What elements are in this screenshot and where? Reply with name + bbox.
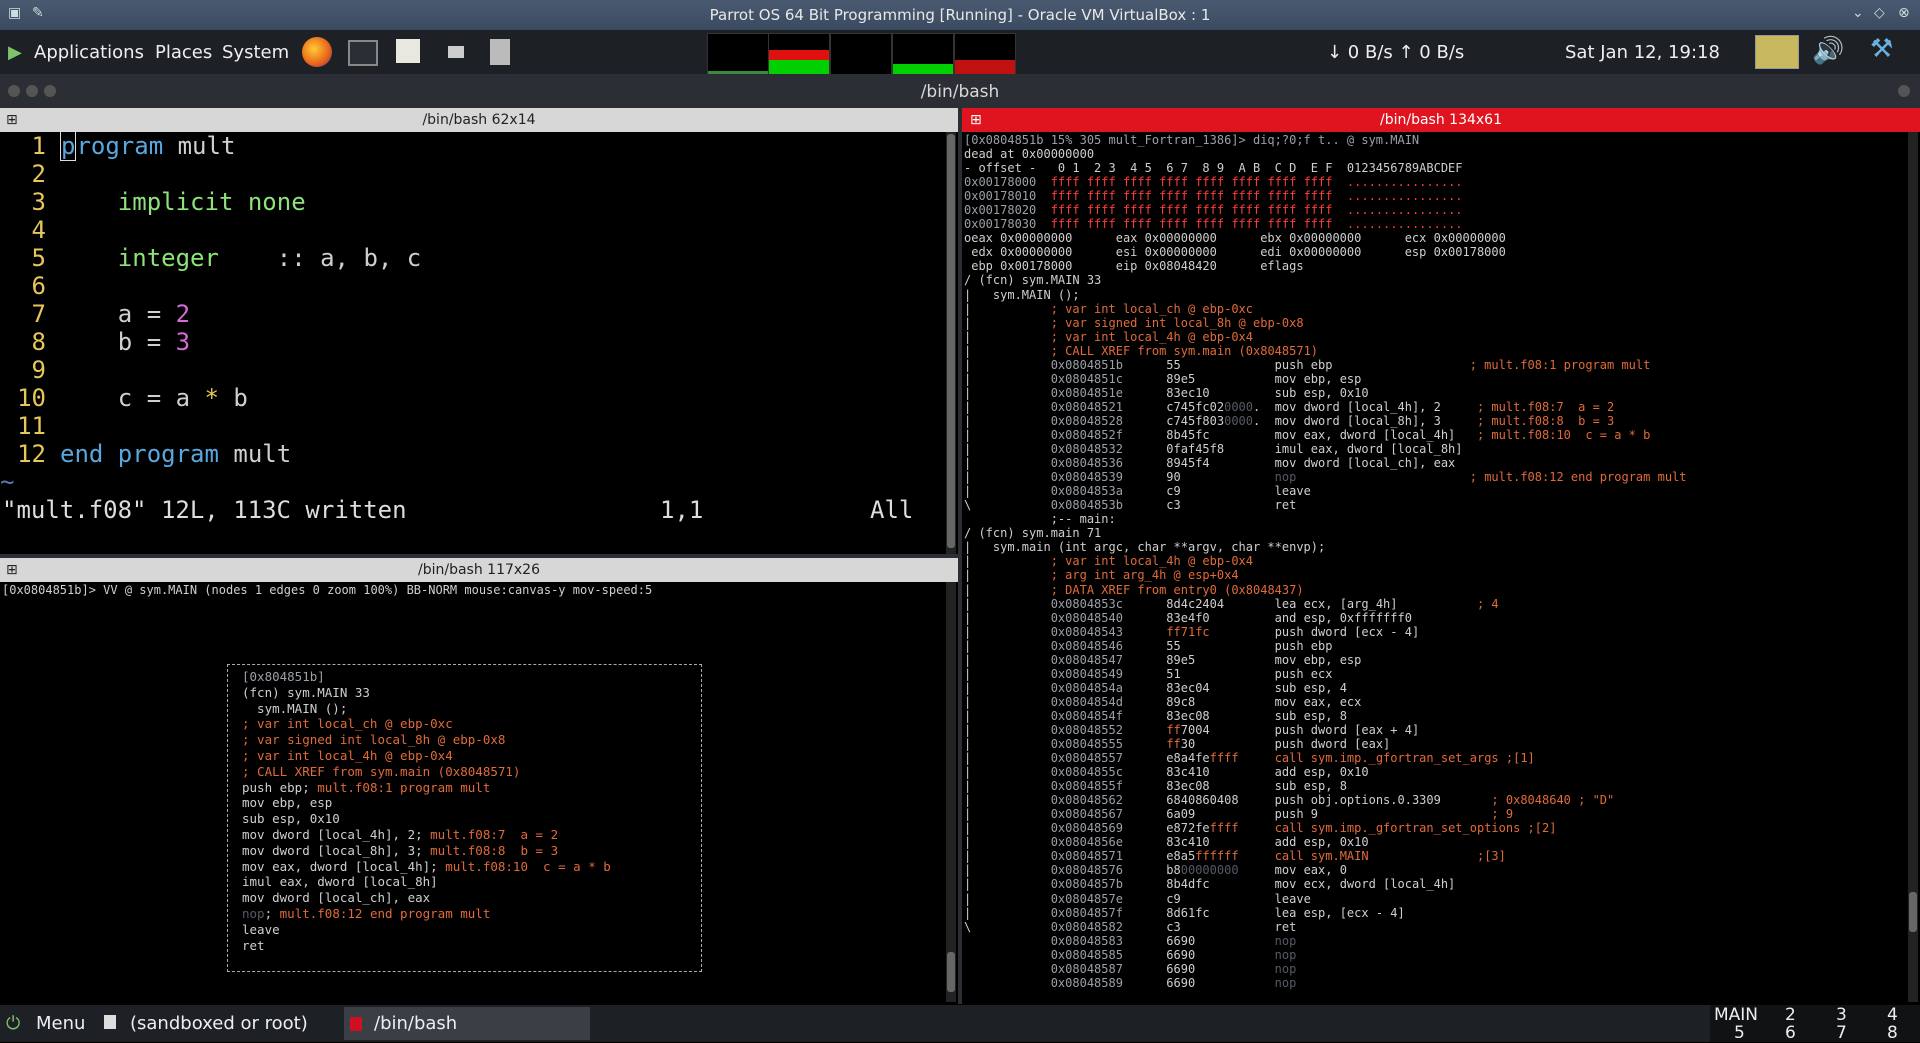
code-line: integer :: a, b, c — [117, 244, 422, 272]
archive-icon[interactable] — [490, 39, 510, 65]
terminal-icon — [350, 1017, 362, 1031]
pane-divider[interactable] — [0, 554, 958, 558]
restore-icon[interactable] — [1898, 85, 1910, 97]
minimize-icon[interactable]: ⌄ — [1852, 5, 1864, 21]
code-line: program mult — [60, 131, 236, 161]
workspace-main[interactable]: MAIN — [1714, 1005, 1758, 1025]
terminal-titlebar: /bin/bash — [0, 74, 1920, 108]
r2-scrollbar[interactable] — [1908, 132, 1918, 1002]
taskbar-item-label: /bin/bash — [374, 1013, 458, 1034]
pane-title-graph: /bin/bash 117x26 — [418, 562, 540, 578]
window-title: Parrot OS 64 Bit Programming [Running] -… — [709, 6, 1211, 24]
close-icon[interactable]: ⊗ — [1898, 5, 1910, 21]
vim-status-message: "mult.f08" 12L, 113C written — [2, 496, 407, 524]
vim-cursor-position: 1,1 — [660, 496, 704, 524]
pane-grid-icon[interactable]: ⊞ — [6, 558, 18, 582]
screenshot-icon[interactable] — [448, 46, 464, 58]
graph-node[interactable]: [0x804851b] (fcn) sym.MAIN 33 sym.MAIN (… — [227, 664, 702, 972]
clock[interactable]: Sat Jan 12, 19:18 — [1565, 42, 1720, 63]
line-number: 3 — [31, 188, 46, 216]
pane-header-graph: ⊞ /bin/bash 117x26 — [0, 558, 958, 582]
workspace-6[interactable]: 6 — [1785, 1023, 1796, 1043]
vim-scrollbar[interactable] — [946, 132, 956, 554]
swap-graph — [892, 33, 954, 75]
code-line: implicit none — [117, 188, 306, 216]
taskbar-item-sandboxed[interactable]: (sandboxed or root) — [130, 1013, 308, 1034]
code-line: a = 2 — [60, 300, 191, 328]
disassembly-view[interactable]: [0x0804851b 15% 305 mult_Fortran_1386]> … — [964, 133, 1904, 1001]
menu-places[interactable]: Places — [155, 42, 212, 63]
network-speed: ↓ 0 B/s ↑ 0 B/s — [1327, 42, 1465, 63]
pane-header-r2: ⊞ /bin/bash 134x61 — [962, 108, 1920, 132]
line-number: 7 — [31, 300, 46, 328]
line-number: 1 — [31, 132, 46, 160]
virtualbox-titlebar: ▣ ✎ Parrot OS 64 Bit Programming [Runnin… — [0, 0, 1920, 30]
line-number: 10 — [17, 384, 46, 412]
parrot-menu-icon[interactable]: ▶ — [8, 42, 22, 63]
workspace-5[interactable]: 5 — [1734, 1023, 1745, 1043]
firefox-icon[interactable] — [302, 37, 332, 67]
visual-mode-status: [0x0804851b]> VV @ sym.MAIN (nodes 1 edg… — [2, 583, 653, 597]
line-number: 5 — [31, 244, 46, 272]
line-number: 6 — [31, 272, 46, 300]
menu-button[interactable]: Menu — [36, 1013, 85, 1034]
workspace-3[interactable]: 3 — [1836, 1005, 1847, 1025]
top-panel: ▶ Applications Places System ↓ 0 B/s ↑ 0… — [0, 30, 1920, 75]
line-number: 9 — [31, 356, 46, 384]
menu-applications[interactable]: Applications — [34, 42, 144, 63]
taskbar-item-bash[interactable]: /bin/bash — [344, 1007, 590, 1040]
terminal-title: /bin/bash — [920, 82, 1000, 102]
parrot-menu-icon[interactable]: ⏻ — [6, 1013, 20, 1034]
volume-icon[interactable]: 🔊 — [1812, 36, 1844, 66]
workspace-8[interactable]: 8 — [1887, 1023, 1898, 1043]
line-number: 2 — [31, 160, 46, 188]
memory-graph — [768, 33, 830, 75]
r2-dead-line: dead at 0x00000000 — [964, 147, 1095, 162]
line-number: 4 — [31, 216, 46, 244]
workspace-7[interactable]: 7 — [1836, 1023, 1847, 1043]
cpu-graph — [707, 33, 769, 75]
terminal-icon[interactable] — [348, 40, 378, 66]
line-number: 8 — [31, 328, 46, 356]
code-line: c = a * b — [60, 384, 248, 412]
pane-divider[interactable] — [958, 108, 962, 1004]
menu-system[interactable]: System — [222, 42, 289, 63]
empty-line-marker: ~ — [0, 468, 15, 496]
line-number: 12 — [17, 440, 46, 468]
display-icon[interactable] — [1755, 35, 1799, 69]
bottom-panel: ⏻ Menu (sandboxed or root) /bin/bash MAI… — [0, 1005, 1920, 1043]
text-editor-icon[interactable] — [396, 39, 420, 63]
pane-title-r2: /bin/bash 134x61 — [1380, 112, 1502, 128]
line-number: 11 — [17, 412, 46, 440]
maximize-icon[interactable]: ◇ — [1874, 5, 1885, 21]
vim-scroll-indicator: All — [870, 496, 914, 524]
load-graph — [954, 33, 1016, 75]
pane-header-vim: ⊞ /bin/bash 62x14 — [0, 108, 958, 132]
user-icon[interactable]: ⚒ — [1870, 34, 1893, 64]
pane-grid-icon[interactable]: ⊞ — [970, 108, 982, 132]
graph-scrollbar[interactable] — [946, 582, 956, 1002]
workspace-switcher[interactable]: MAIN 2 3 4 5 6 7 8 — [1710, 1005, 1920, 1043]
workspace-2[interactable]: 2 — [1785, 1005, 1796, 1025]
workspace-4[interactable]: 4 — [1887, 1005, 1898, 1025]
code-line: end program mult — [60, 440, 292, 468]
pane-grid-icon[interactable]: ⊞ — [6, 108, 18, 132]
network-graph — [830, 33, 892, 75]
r2-prompt: [0x0804851b 15% 305 mult_Fortran_1386]> … — [964, 133, 1420, 147]
pane-title-vim: /bin/bash 62x14 — [422, 112, 536, 128]
terminal-icon — [104, 1015, 116, 1029]
vim-editor[interactable]: 1 2 3 4 5 6 7 8 9 10 11 12 program mult … — [0, 131, 948, 552]
code-line: b = 3 — [60, 328, 191, 356]
